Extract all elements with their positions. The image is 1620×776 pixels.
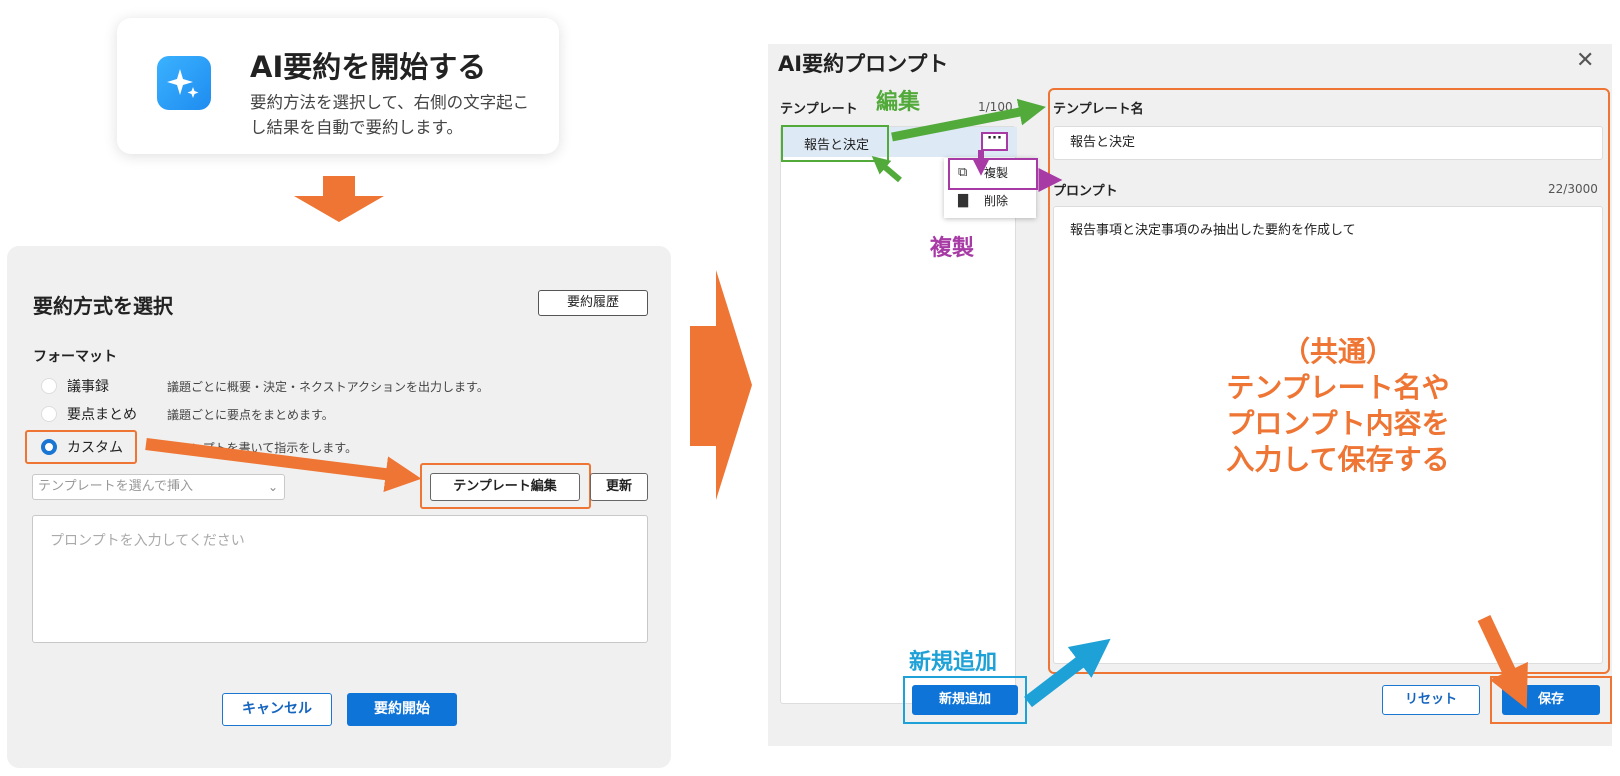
template-edit-highlight xyxy=(420,463,591,509)
ai-summary-start-card[interactable]: AI要約を開始する 要約方法を選択して、右側の文字起こし結果を自動で要約します。 xyxy=(117,18,559,154)
down-arrow-icon xyxy=(294,176,384,222)
save-highlight xyxy=(1490,676,1612,724)
start-summary-button[interactable]: 要約開始 xyxy=(347,693,457,726)
ai-prompt-dialog: AI要約プロンプト ✕ テンプレート 1/100 報告と決定 ··· ⧉ 複製 … xyxy=(768,44,1612,746)
right-arrow-icon xyxy=(690,270,752,500)
panel-title: 要約方式を選択 xyxy=(33,294,173,318)
radio-button[interactable] xyxy=(41,406,57,422)
format-label: フォーマット xyxy=(33,349,117,365)
chevron-down-icon: ⌄ xyxy=(267,480,278,494)
radio-button[interactable] xyxy=(41,378,57,394)
add-new-highlight xyxy=(903,676,1027,724)
template-count: 1/100 xyxy=(978,100,1013,114)
more-options-icon[interactable]: ··· xyxy=(981,132,1008,151)
duplicate-annotation: 複製 xyxy=(930,236,975,261)
format-option-summary[interactable]: 要点まとめ 議題ごとに要点をまとめます。 xyxy=(33,402,334,426)
prompt-placeholder: プロンプトを入力してください xyxy=(50,533,245,549)
start-card-title: AI要約を開始する xyxy=(250,50,487,84)
trash-icon: ▇ xyxy=(958,192,968,208)
duplicate-highlight xyxy=(948,158,1038,190)
menu-item-delete[interactable]: ▇ 削除 xyxy=(944,186,1036,214)
dialog-title: AI要約プロンプト xyxy=(778,52,949,76)
prompt-input[interactable]: プロンプトを入力してください xyxy=(32,515,648,643)
new-annotation: 新規追加 xyxy=(909,650,998,675)
summary-method-panel: 要約方式を選択 要約履歴 フォーマット 議事録 議題ごとに概要・決定・ネクストア… xyxy=(7,246,671,768)
edit-annotation: 編集 xyxy=(876,90,921,115)
close-icon[interactable]: ✕ xyxy=(1576,48,1594,73)
update-button[interactable]: 更新 xyxy=(590,473,648,501)
template-select[interactable]: テンプレートを選んで挿入 ⌄ xyxy=(32,474,285,500)
history-button[interactable]: 要約履歴 xyxy=(538,290,648,316)
custom-option-highlight xyxy=(25,430,137,464)
reset-button[interactable]: リセット xyxy=(1382,685,1480,715)
common-annotation: （共通） テンプレート名や プロンプト内容を 入力して保存する xyxy=(1226,335,1450,476)
template-item-highlight xyxy=(781,125,889,162)
format-option-minutes[interactable]: 議事録 議題ごとに概要・決定・ネクストアクションを出力します。 xyxy=(33,374,489,398)
template-label: テンプレート xyxy=(780,102,858,117)
start-card-description: 要約方法を選択して、右側の文字起こし結果を自動で要約します。 xyxy=(250,93,530,137)
sparkle-icon xyxy=(157,56,211,110)
cancel-button[interactable]: キャンセル xyxy=(222,693,332,726)
